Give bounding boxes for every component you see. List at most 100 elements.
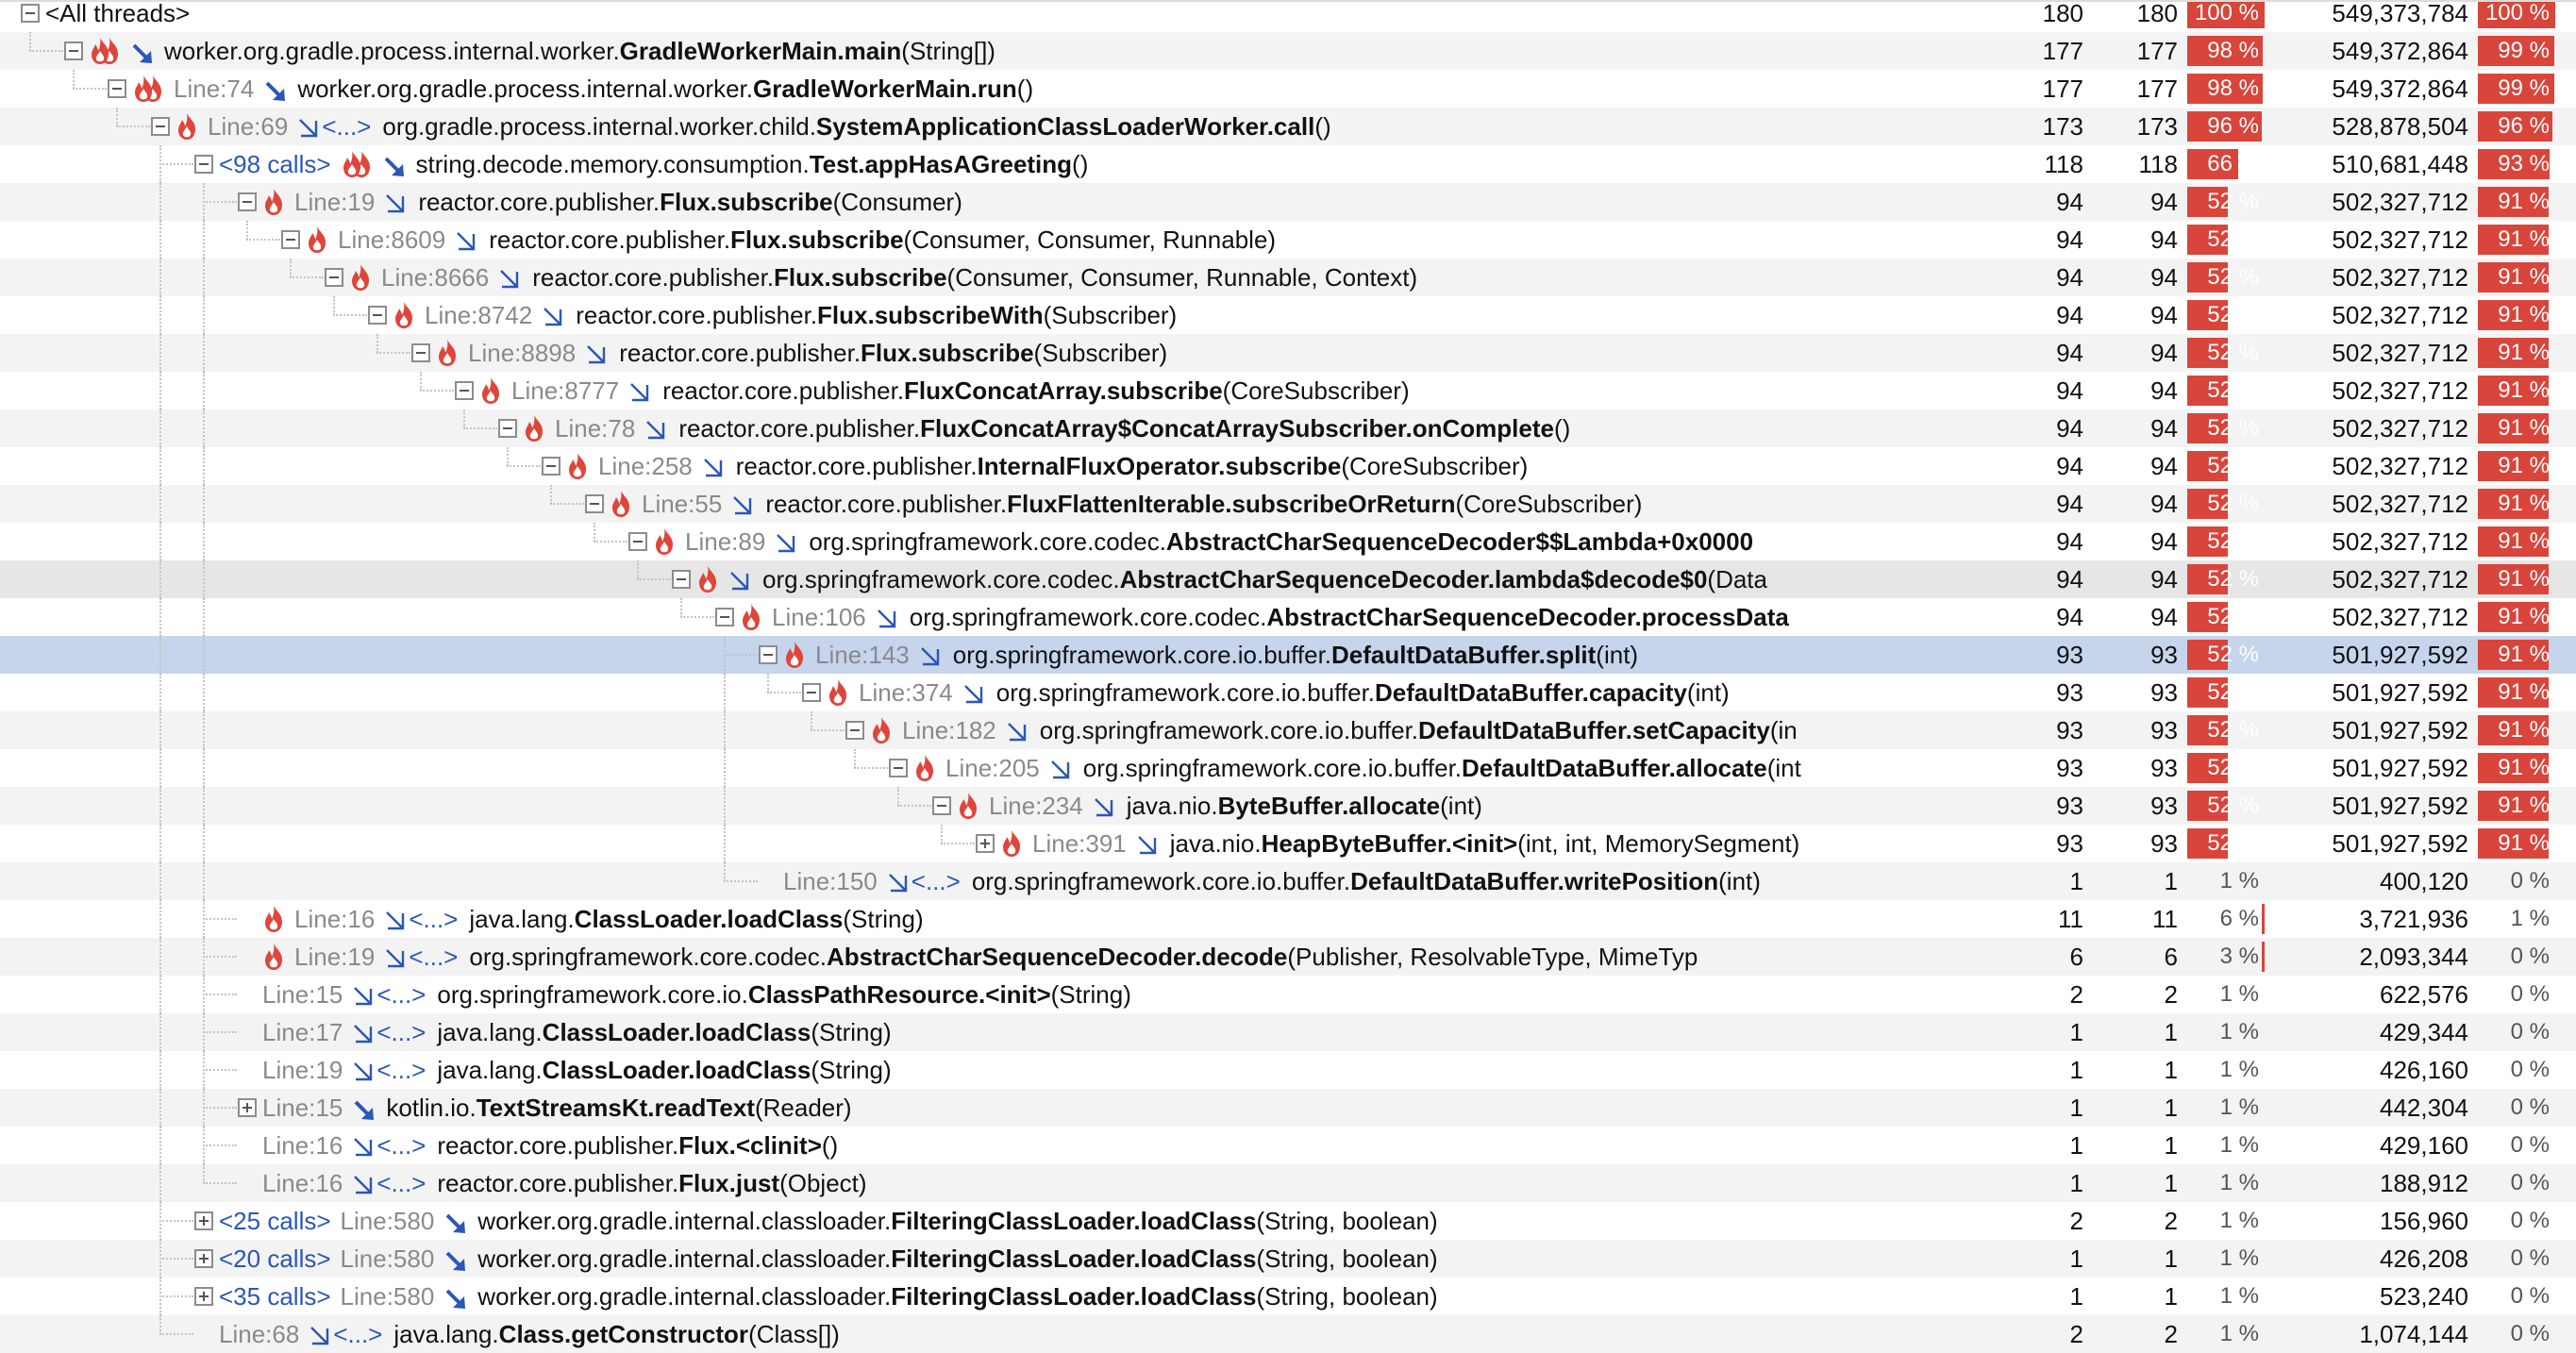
collapse-toggle[interactable] (64, 42, 83, 60)
table-row[interactable]: Line:68 <...> java.lang. Class.getConstruct… (0, 1315, 2576, 1353)
table-row[interactable]: Line:8742 reactor.core.publisher. Flux.sub… (0, 296, 2576, 334)
table-row[interactable]: Line:8666 reactor.core.publisher. Flux.sub… (0, 259, 2576, 296)
table-row[interactable]: Line:205 org.springframework.core.io.buff… (0, 749, 2576, 787)
collapse-toggle[interactable] (325, 268, 343, 287)
row-label: Line:391 java.nio. HeapByteBuffer.<init> (i… (1000, 825, 1799, 862)
collapse-toggle[interactable] (628, 532, 647, 551)
calls-count[interactable]: <20 calls> (219, 1240, 331, 1278)
line-number: Line:8609 (338, 226, 446, 254)
skipped-frames-link[interactable]: <...> (376, 1051, 426, 1089)
table-row[interactable]: Line:69 <...> org.gradle.process.internal.… (0, 108, 2576, 145)
table-row[interactable]: Line:19 <...> org.springframework.core.cod… (0, 938, 2576, 976)
table-row[interactable]: Line:55 reactor.core.publisher. FluxFlatte… (0, 485, 2576, 523)
tree-connector (420, 390, 454, 392)
count-percent-bar: 1 % (2187, 1055, 2265, 1085)
count-percent: 1 % (2219, 1245, 2259, 1271)
collapse-toggle[interactable] (889, 759, 908, 777)
table-row[interactable]: Line:16 <...> reactor.core.publisher. Flux.… (0, 1127, 2576, 1164)
collapse-toggle[interactable] (194, 155, 213, 174)
table-row[interactable]: Line:16 <...> reactor.core.publisher. Flux.… (0, 1164, 2576, 1202)
calls-count[interactable]: <35 calls> (219, 1278, 331, 1315)
table-row[interactable]: <All threads> 180 180 100 % 549,373,784 100 % (0, 0, 2576, 32)
table-row[interactable]: Line:15 kotlin.io. TextStreamsKt.readText(… (0, 1089, 2576, 1127)
tree-guide (203, 636, 205, 674)
count-percent: 3 % (2219, 944, 2259, 969)
table-row[interactable]: Line:182 org.springframework.core.io.buff… (0, 711, 2576, 749)
table-row[interactable]: <35 calls> Line:580 worker.org.gradle.inte… (0, 1278, 2576, 1315)
table-row[interactable]: Line:374 org.springframework.core.io.buff… (0, 674, 2576, 711)
table-row[interactable]: Line:16 <...> java.lang. ClassLoader.loadCl… (0, 900, 2576, 938)
collapse-toggle[interactable] (411, 343, 430, 362)
table-row[interactable]: Line:391 java.nio. HeapByteBuffer.<init> (i… (0, 825, 2576, 862)
method-signature: () (1314, 112, 1331, 141)
tree-guide (550, 485, 552, 504)
table-row[interactable]: Line:78 reactor.core.publisher. FluxConcat… (0, 409, 2576, 447)
table-row[interactable]: <25 calls> Line:580 worker.org.gradle.inte… (0, 1202, 2576, 1240)
table-row[interactable]: <98 calls> string.decode.memory.consumpti… (0, 145, 2576, 183)
expand-toggle[interactable] (194, 1249, 213, 1268)
collapse-toggle[interactable] (802, 683, 821, 702)
tree-guide (29, 32, 31, 51)
bytes-percent: 91 % (2498, 717, 2550, 743)
collapse-toggle[interactable] (932, 796, 951, 815)
expand-toggle[interactable] (194, 1211, 213, 1230)
skipped-frames-link[interactable]: <...> (409, 900, 458, 938)
collapse-toggle[interactable] (759, 645, 778, 664)
table-row[interactable]: Line:234 java.nio. ByteBuffer.allocate (int… (0, 787, 2576, 825)
calls-count[interactable]: <25 calls> (219, 1202, 331, 1240)
method-name: FilteringClassLoader.loadClass (891, 1207, 1257, 1235)
collapse-toggle[interactable] (845, 721, 864, 740)
collapse-toggle[interactable] (455, 381, 474, 400)
table-row[interactable]: Line:8609 reactor.core.publisher. Flux.sub… (0, 221, 2576, 259)
table-row[interactable]: Line:15 <...> org.springframework.core.io.… (0, 976, 2576, 1013)
method-signature: () (1072, 150, 1089, 178)
collapse-toggle[interactable] (672, 570, 691, 589)
table-row[interactable]: Line:89 org.springframework.core.codec. Ab… (0, 523, 2576, 560)
skipped-frames-link[interactable]: <...> (912, 862, 961, 900)
skipped-frames-link[interactable]: <...> (322, 108, 371, 145)
skipped-frames-link[interactable]: <...> (409, 938, 458, 976)
collapse-toggle[interactable] (585, 494, 604, 513)
count-total: 1 (2069, 867, 2083, 895)
expand-toggle[interactable] (976, 834, 995, 853)
skipped-frames-link[interactable]: <...> (333, 1315, 382, 1353)
skipped-frames-link[interactable]: <...> (376, 1127, 426, 1164)
collapse-toggle[interactable] (21, 4, 40, 23)
row-label: Line:78 reactor.core.publisher. FluxConcat… (523, 409, 1570, 447)
collapse-toggle[interactable] (238, 192, 257, 211)
table-row[interactable]: Line:8777 reactor.core.publisher. FluxConc… (0, 372, 2576, 409)
table-row[interactable]: Line:106 org.springframework.core.codec. A… (0, 598, 2576, 636)
collapse-toggle[interactable] (715, 608, 734, 626)
expand-toggle[interactable] (194, 1287, 213, 1306)
table-row[interactable]: worker.org.gradle.process.internal.worke… (0, 32, 2576, 70)
skipped-frames-link[interactable]: <...> (376, 1164, 426, 1202)
skipped-frames-link[interactable]: <...> (376, 1013, 426, 1051)
allocated-bytes: 426,208 (2380, 1244, 2468, 1273)
collapse-toggle[interactable] (281, 230, 300, 249)
collapse-toggle[interactable] (542, 457, 560, 476)
table-row[interactable]: Line:258 reactor.core.publisher. InternalF… (0, 447, 2576, 485)
collapse-toggle[interactable] (108, 79, 126, 98)
collapse-toggle[interactable] (151, 117, 170, 136)
table-row-selected[interactable]: Line:143 org.springframework.core.io.buff… (0, 636, 2576, 674)
bytes-percent: 99 % (2498, 38, 2550, 63)
expand-toggle[interactable] (238, 1098, 257, 1117)
table-row[interactable]: <20 calls> Line:580 worker.org.gradle.inte… (0, 1240, 2576, 1278)
bytes-percent: 0 % (2510, 868, 2550, 894)
skipped-frames-link[interactable]: <...> (376, 976, 426, 1013)
collapse-toggle[interactable] (368, 306, 387, 325)
table-row[interactable]: Line:8898 reactor.core.publisher. Flux.sub… (0, 334, 2576, 372)
indirect-call-arrow-icon (1006, 718, 1030, 743)
count-percent-bar: 1 % (2187, 1281, 2265, 1311)
count-percent: 1 % (2219, 981, 2259, 1007)
bytes-percent: 91 % (2498, 491, 2550, 516)
table-row[interactable]: org.springframework.core.codec. AbstractC… (0, 560, 2576, 598)
table-row[interactable]: Line:19 reactor.core.publisher. Flux.subsc… (0, 183, 2576, 221)
table-row[interactable]: Line:19 <...> java.lang. ClassLoader.loadCl… (0, 1051, 2576, 1089)
table-row[interactable]: Line:17 <...> java.lang. ClassLoader.loadCl… (0, 1013, 2576, 1051)
tree-guide (854, 749, 856, 768)
collapse-toggle[interactable] (498, 419, 517, 438)
table-row[interactable]: Line:150 <...> org.springframework.core.io… (0, 862, 2576, 900)
table-row[interactable]: Line:74 worker.org.gradle.process.interna… (0, 70, 2576, 108)
calls-count[interactable]: <98 calls> (219, 145, 331, 183)
